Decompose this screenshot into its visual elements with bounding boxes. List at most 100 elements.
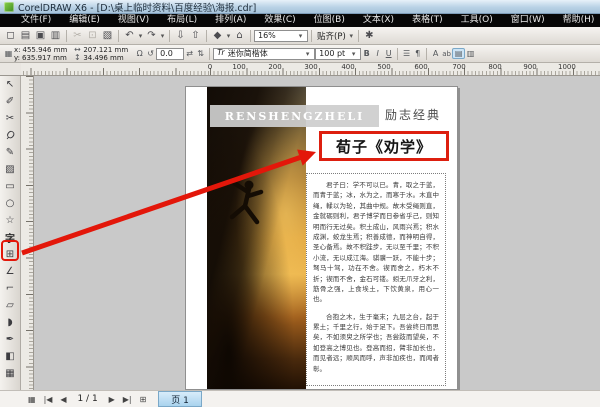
open-icon[interactable]: ▤ — [18, 30, 33, 41]
ruler-label: 800 — [488, 63, 502, 71]
import-icon[interactable]: ⇩ — [173, 30, 188, 41]
chevron-down-icon: ▾ — [351, 49, 356, 58]
ruler-label: 0 — [207, 63, 213, 71]
rotation-angle-field[interactable]: 0.0 — [156, 47, 185, 60]
dimension-tool-button[interactable]: ∠ — [0, 263, 20, 280]
menu-file[interactable]: 文件(F) — [12, 14, 60, 27]
eyedropper-tool-button[interactable]: ◗ — [0, 314, 20, 331]
italic-icon[interactable]: I — [372, 49, 383, 58]
ruler-origin[interactable] — [0, 63, 21, 76]
connector-tool-button[interactable]: ⌐ — [0, 280, 20, 297]
ellipse-tool-button[interactable]: ○ — [0, 195, 20, 212]
blend-tool-button[interactable]: ▱ — [0, 297, 20, 314]
poster-title-box[interactable]: 荀子《劝学》 — [319, 131, 449, 161]
object-position-fields[interactable]: x: 455.946 mm y: 635.917 mm — [14, 46, 67, 62]
lock-ratio-icon[interactable]: Ω — [134, 49, 145, 58]
first-page-button[interactable]: |◀ — [40, 395, 57, 404]
bold-icon[interactable]: B — [361, 49, 372, 58]
climber-photo[interactable] — [207, 87, 306, 389]
drawing-workspace[interactable]: RENSHENGZHELI 励志经典 荀子《劝学》 君子曰：学不可以已。青，取之… — [21, 76, 600, 390]
ruler-label: 600 — [414, 63, 428, 71]
next-page-button[interactable]: ▶ — [105, 395, 119, 404]
object-position-icon: ▦ — [4, 49, 13, 58]
menu-text[interactable]: 文本(X) — [354, 14, 403, 27]
font-size-select[interactable]: 100 pt ▾ — [315, 47, 362, 60]
chevron-down-icon: ▾ — [305, 49, 310, 58]
font-preview-icon: Tr — [217, 48, 225, 57]
page-navigator: ▦ |◀ ◀ 1 / 1 ▶ ▶| ⊞ 页 1 — [0, 390, 600, 407]
character-formatting-icon[interactable]: A — [430, 49, 441, 58]
outline-pen-tool-button[interactable]: ✒ — [0, 331, 20, 348]
redo-dropdown-icon[interactable]: ▾ — [159, 32, 166, 40]
shape-tool-button[interactable]: ✐ — [0, 93, 20, 110]
menu-bitmaps[interactable]: 位图(B) — [305, 14, 354, 27]
separator — [118, 29, 119, 42]
save-icon[interactable]: ▣ — [33, 30, 48, 41]
print-icon[interactable]: ▥ — [48, 30, 63, 41]
undo-dropdown-icon[interactable]: ▾ — [137, 32, 144, 40]
y-value[interactable]: 635.917 mm — [22, 54, 67, 62]
page-sorter-icon[interactable]: ▦ — [24, 395, 40, 404]
text-tool-button[interactable]: 字 — [0, 229, 20, 246]
redo-icon[interactable]: ↷ — [144, 30, 159, 41]
undo-icon[interactable]: ↶ — [122, 30, 137, 41]
menu-arrange[interactable]: 排列(A) — [206, 14, 255, 27]
toolbox: ↖ ✐ ✂ Ϙ ✎ ▨ ▭ ○ ☆ 字 ⊞ ∠ ⌐ ▱ ◗ ✒ ◧ ▦ — [0, 76, 21, 390]
menu-view[interactable]: 视图(V) — [109, 14, 158, 27]
zoom-level-select[interactable]: 16% ▾ — [254, 29, 308, 42]
polygon-tool-button[interactable]: ☆ — [0, 212, 20, 229]
menu-edit[interactable]: 编辑(E) — [60, 14, 109, 27]
menu-effects[interactable]: 效果(C) — [255, 14, 304, 27]
horizontal-text-icon[interactable]: ▤ — [452, 48, 466, 59]
interactive-fill-tool-button[interactable]: ▦ — [0, 365, 20, 382]
page-tab-1[interactable]: 页 1 — [158, 391, 202, 407]
tagline-text[interactable]: 励志经典 — [385, 106, 447, 123]
export-icon[interactable]: ⇧ — [188, 30, 203, 41]
vertical-text-icon[interactable]: ▥ — [465, 49, 476, 58]
menu-window[interactable]: 窗口(W) — [502, 14, 554, 27]
new-document-icon[interactable]: ◻ — [3, 30, 18, 41]
launcher-dropdown-icon[interactable]: ▾ — [225, 32, 232, 40]
table-tool-button[interactable]: ⊞ — [0, 246, 20, 263]
menu-layout[interactable]: 布局(L) — [158, 14, 206, 27]
x-value[interactable]: 455.946 mm — [23, 46, 68, 54]
vertical-ruler[interactable] — [21, 76, 34, 390]
menu-tools[interactable]: 工具(O) — [452, 14, 502, 27]
pick-tool-button[interactable]: ↖ — [0, 76, 20, 93]
x-label: x: — [14, 45, 21, 54]
ruler-label: 900 — [523, 63, 537, 71]
document-page[interactable]: RENSHENGZHELI 励志经典 荀子《劝学》 君子曰：学不可以已。青，取之… — [185, 86, 458, 390]
mirror-vertical-icon[interactable]: ⇅ — [195, 49, 206, 58]
font-family-select[interactable]: Tr 迷你简楷体 ▾ — [213, 47, 316, 60]
height-value[interactable]: 34.496 mm — [83, 54, 123, 62]
width-value[interactable]: 207.121 mm — [83, 46, 128, 54]
add-page-button[interactable]: ⊞ — [136, 395, 151, 404]
menu-table[interactable]: 表格(T) — [403, 14, 452, 27]
welcome-screen-icon[interactable]: ⌂ — [232, 30, 247, 41]
smart-fill-tool-button[interactable]: ▨ — [0, 161, 20, 178]
underline-icon[interactable]: U — [383, 49, 394, 58]
ruler-label: 400 — [341, 63, 355, 71]
zoom-level-value: 16% — [258, 31, 276, 40]
object-size-fields[interactable]: ↔ 207.121 mm ↕ 34.496 mm — [73, 45, 128, 62]
separator — [397, 47, 399, 60]
drop-cap-icon[interactable]: ¶ — [412, 49, 423, 58]
application-launcher-icon[interactable]: ◆ — [210, 30, 225, 41]
paste-icon[interactable]: ▧ — [100, 30, 115, 41]
edit-text-icon[interactable]: ab — [441, 50, 452, 58]
horizontal-ruler[interactable]: 0 100 200 300 400 500 600 700 800 900 10… — [21, 63, 600, 76]
fill-tool-button[interactable]: ◧ — [0, 348, 20, 365]
rectangle-tool-button[interactable]: ▭ — [0, 178, 20, 195]
bullet-list-icon[interactable]: ☰ — [401, 49, 412, 58]
pinyin-band[interactable]: RENSHENGZHELI — [210, 105, 379, 127]
mirror-horizontal-icon[interactable]: ⇄ — [184, 49, 195, 58]
previous-page-button[interactable]: ◀ — [56, 395, 70, 404]
snap-dropdown-icon[interactable]: ▾ — [348, 32, 355, 40]
body-text-frame[interactable]: 君子曰：学不可以已。青，取之于蓝，而青于蓝；冰，水为之，而寒于水。木直中绳，輮以… — [306, 173, 446, 386]
last-page-button[interactable]: ▶| — [119, 395, 136, 404]
cut-icon: ✂ — [73, 30, 82, 41]
snap-to-menu[interactable]: 贴齐(P) — [315, 30, 348, 42]
title-bar: CorelDRAW X6 - [D:\桌上临时资料\百度经验\海报.cdr] — [0, 0, 600, 14]
options-icon[interactable]: ✱ — [362, 30, 377, 41]
menu-help[interactable]: 帮助(H) — [554, 14, 600, 27]
